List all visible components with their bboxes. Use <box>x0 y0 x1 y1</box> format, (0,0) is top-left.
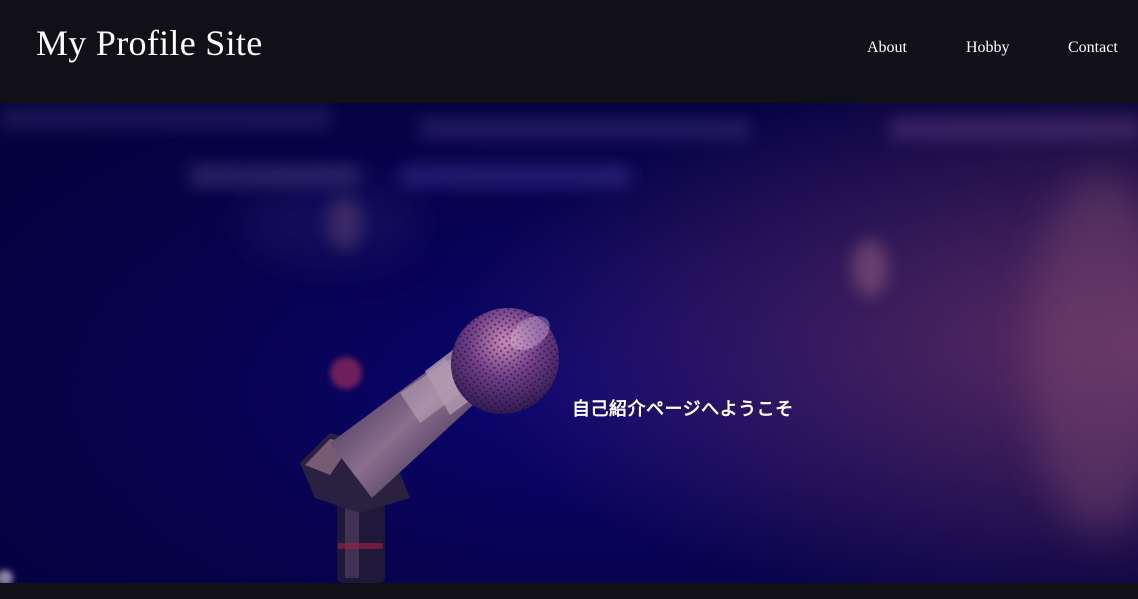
hero-section: 自己紹介ページへようこそ <box>0 103 1138 583</box>
hero-microphone-image <box>0 103 1138 583</box>
hero-welcome-text: 自己紹介ページへようこそ <box>572 399 794 420</box>
site-header: My Profile Site About Hobby Contact <box>0 0 1138 103</box>
nav-link-hobby[interactable]: Hobby <box>966 39 1010 57</box>
nav-link-about[interactable]: About <box>867 39 907 57</box>
nav-link-contact[interactable]: Contact <box>1068 39 1118 57</box>
footer-strip <box>0 583 1138 599</box>
main-nav: About Hobby Contact <box>0 39 1138 61</box>
